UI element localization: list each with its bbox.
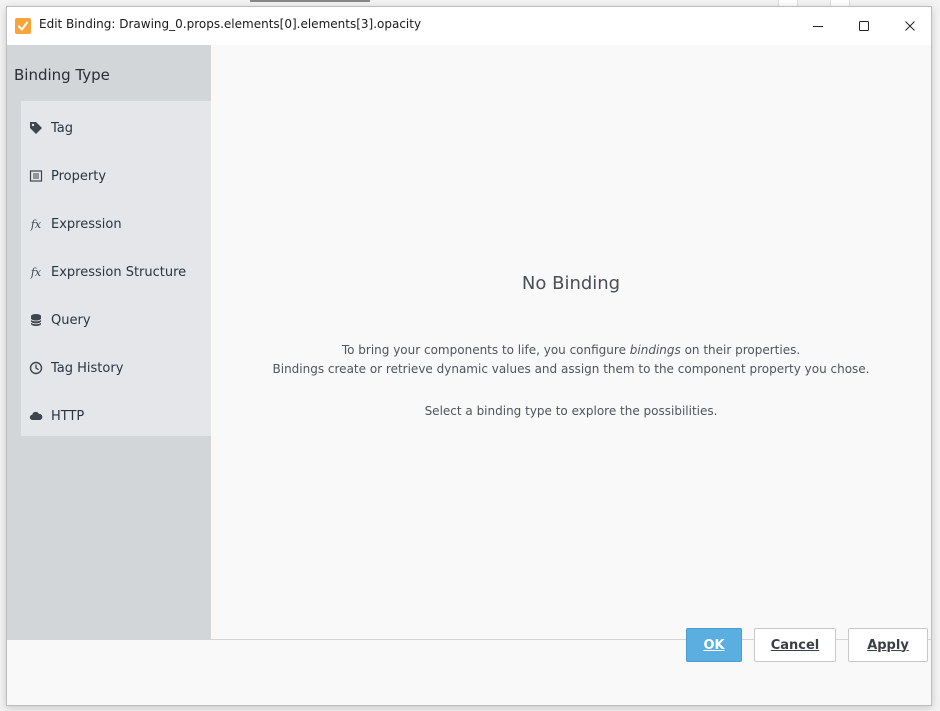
description-text: To bring your components to life, you co… <box>341 343 630 357</box>
minimize-icon <box>813 26 823 27</box>
no-binding-description: To bring your components to life, you co… <box>211 341 931 379</box>
fx-icon: fx <box>30 265 42 279</box>
no-binding-hint: Select a binding type to explore the pos… <box>424 404 718 418</box>
binding-type-label: Tag <box>51 120 74 136</box>
binding-type-label: Expression <box>51 216 122 232</box>
ok-button[interactable]: OK <box>686 628 742 662</box>
ok-button-label: OK <box>703 637 725 653</box>
binding-type-list: Tag Property fx Expression fx Expression… <box>21 101 211 436</box>
fx-icon: fx <box>30 217 42 231</box>
maximize-icon <box>859 21 869 31</box>
edit-binding-dialog: Edit Binding: Drawing_0.props.elements[0… <box>6 6 932 706</box>
database-icon <box>28 312 44 328</box>
apply-button-label: Apply <box>867 637 909 653</box>
tag-icon <box>28 120 44 136</box>
binding-type-tag[interactable]: Tag <box>21 104 211 152</box>
close-button[interactable] <box>887 7 931 45</box>
cancel-button[interactable]: Cancel <box>754 628 836 662</box>
binding-type-property[interactable]: Property <box>21 152 211 200</box>
description-emphasis: bindings <box>629 343 681 357</box>
binding-type-label: Expression Structure <box>51 264 187 280</box>
close-icon <box>905 21 915 31</box>
window-title: Edit Binding: Drawing_0.props.elements[0… <box>39 17 422 31</box>
binding-type-expression-structure[interactable]: fx Expression Structure <box>21 248 211 296</box>
binding-type-expression[interactable]: fx Expression <box>21 200 211 248</box>
apply-button[interactable]: Apply <box>848 628 928 662</box>
app-logo-icon <box>15 18 31 34</box>
binding-type-label: Query <box>51 312 91 328</box>
sidebar-header: Binding Type <box>14 66 110 84</box>
no-binding-title: No Binding <box>521 273 621 294</box>
binding-type-query[interactable]: Query <box>21 296 211 344</box>
binding-type-sidebar: Binding Type Tag Property fx Expression … <box>7 45 211 639</box>
binding-type-label: Property <box>51 168 107 184</box>
maximize-button[interactable] <box>841 7 887 45</box>
binding-type-label: HTTP <box>51 408 85 424</box>
background-element <box>250 0 370 2</box>
binding-type-tag-history[interactable]: Tag History <box>21 344 211 392</box>
binding-type-label: Tag History <box>51 360 124 376</box>
title-bar[interactable]: Edit Binding: Drawing_0.props.elements[0… <box>7 7 931 45</box>
cancel-button-label: Cancel <box>770 637 820 653</box>
description-text: Bindings create or retrieve dynamic valu… <box>272 362 870 376</box>
cloud-icon <box>28 408 44 424</box>
clock-icon <box>28 360 44 376</box>
description-text: on their properties. <box>680 343 801 357</box>
binding-type-http[interactable]: HTTP <box>21 392 211 440</box>
binding-config-panel: No Binding To bring your components to l… <box>211 45 931 639</box>
dialog-content: Binding Type Tag Property fx Expression … <box>7 45 931 639</box>
property-icon <box>28 168 44 184</box>
minimize-button[interactable] <box>795 7 841 45</box>
